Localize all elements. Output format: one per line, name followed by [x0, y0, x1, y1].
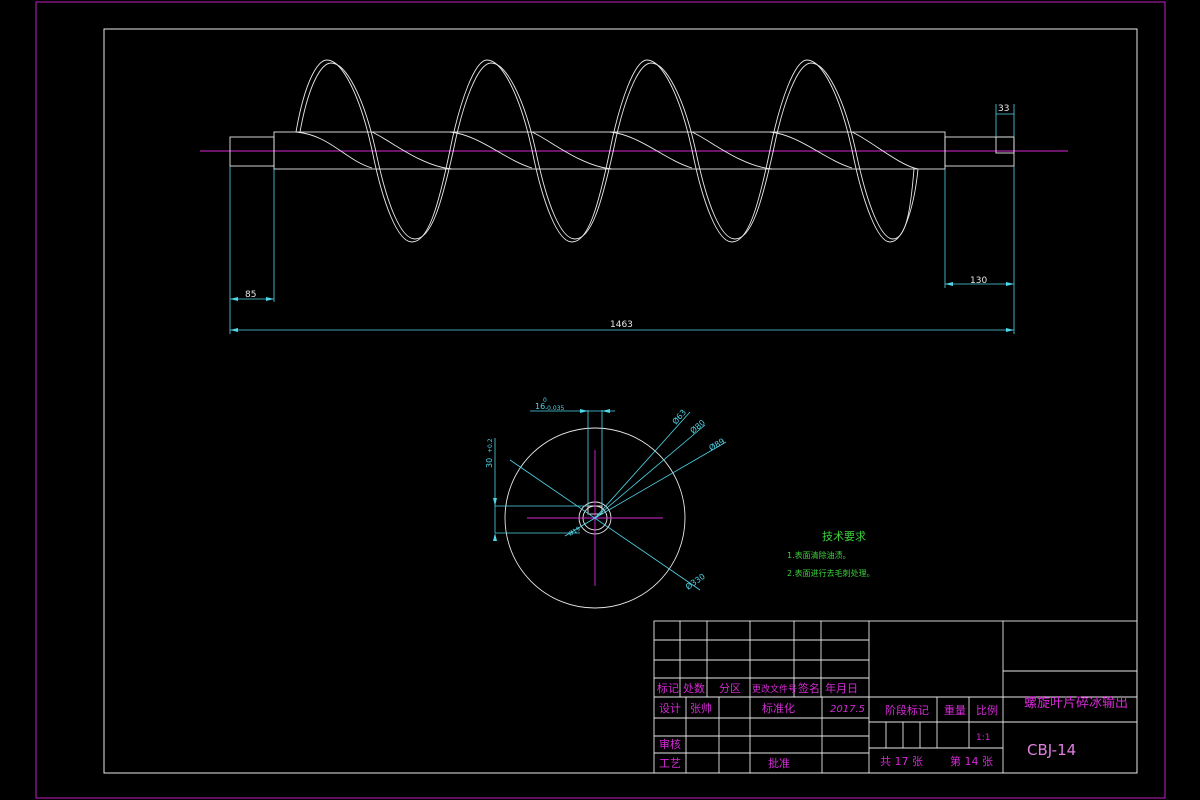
drawing-canvas: 85 130 1463 33 16 0 -0.035 30 +0.2 Ø63 Ø… [35, 1, 1166, 799]
right-shaft-end [944, 136, 1015, 167]
tb-total-sheets: 共 17 张 [880, 755, 923, 768]
dim-dia-tube1: Ø80 [688, 417, 707, 435]
dim-dia-tube2: Ø89 [707, 436, 726, 453]
tb-stage-label: 阶段标记 [885, 703, 929, 717]
dim-key-lower-tol: -0.035 [545, 405, 565, 412]
requirement-item: 2.表面进行去毛刺处理。 [787, 568, 875, 578]
tb-hdr-sign: 签名 [798, 681, 820, 695]
dim-dia-blade: Ø330 [683, 571, 706, 592]
tb-approve-label: 批准 [768, 756, 790, 770]
tb-hdr-mark: 标记 [657, 681, 679, 695]
tb-process-label: 工艺 [659, 757, 681, 770]
tb-hdr-date: 年月日 [825, 681, 858, 695]
inner-border [103, 28, 1138, 774]
tb-hdr-zone: 分区 [719, 682, 741, 695]
requirement-item: 1.表面清除油渍。 [787, 550, 851, 560]
tb-scale-value: 1:1 [976, 733, 990, 743]
tb-sheet-no: 第 14 张 [950, 754, 993, 768]
dim-key-depth: 30 [485, 458, 494, 468]
tb-part-name: 螺旋叶片碎冰输出 [1024, 695, 1128, 711]
dim-right-shaft: 130 [970, 276, 987, 286]
dim-left-shaft: 85 [245, 290, 256, 300]
tb-std-label: 标准化 [762, 701, 795, 715]
tb-review-label: 审核 [659, 737, 681, 751]
tb-weight-label: 重量 [944, 703, 966, 717]
tb-hdr-docno: 更改文件号 [752, 683, 797, 695]
dim-keyway: 33 [998, 104, 1009, 114]
tb-hdr-count: 处数 [683, 682, 705, 695]
tb-design-label: 设计 [659, 702, 681, 715]
shaft-elevation [200, 59, 1068, 243]
dim-key-upper-tol: 0 [543, 397, 547, 404]
dimension-lines [229, 104, 1015, 334]
dim-dia-shaft: Ø63 [670, 407, 688, 426]
tb-scale-label: 比例 [976, 703, 998, 717]
dim-key-depth-tol: +0.2 [487, 438, 494, 453]
tb-designer: 张帅 [690, 702, 712, 715]
requirements-title: 技术要求 [822, 530, 866, 543]
tb-date: 2017.5 [830, 704, 865, 715]
left-shaft-end [229, 136, 275, 167]
dim-overall-length: 1463 [610, 320, 633, 330]
tb-drawing-no: CBJ-14 [1027, 741, 1076, 759]
